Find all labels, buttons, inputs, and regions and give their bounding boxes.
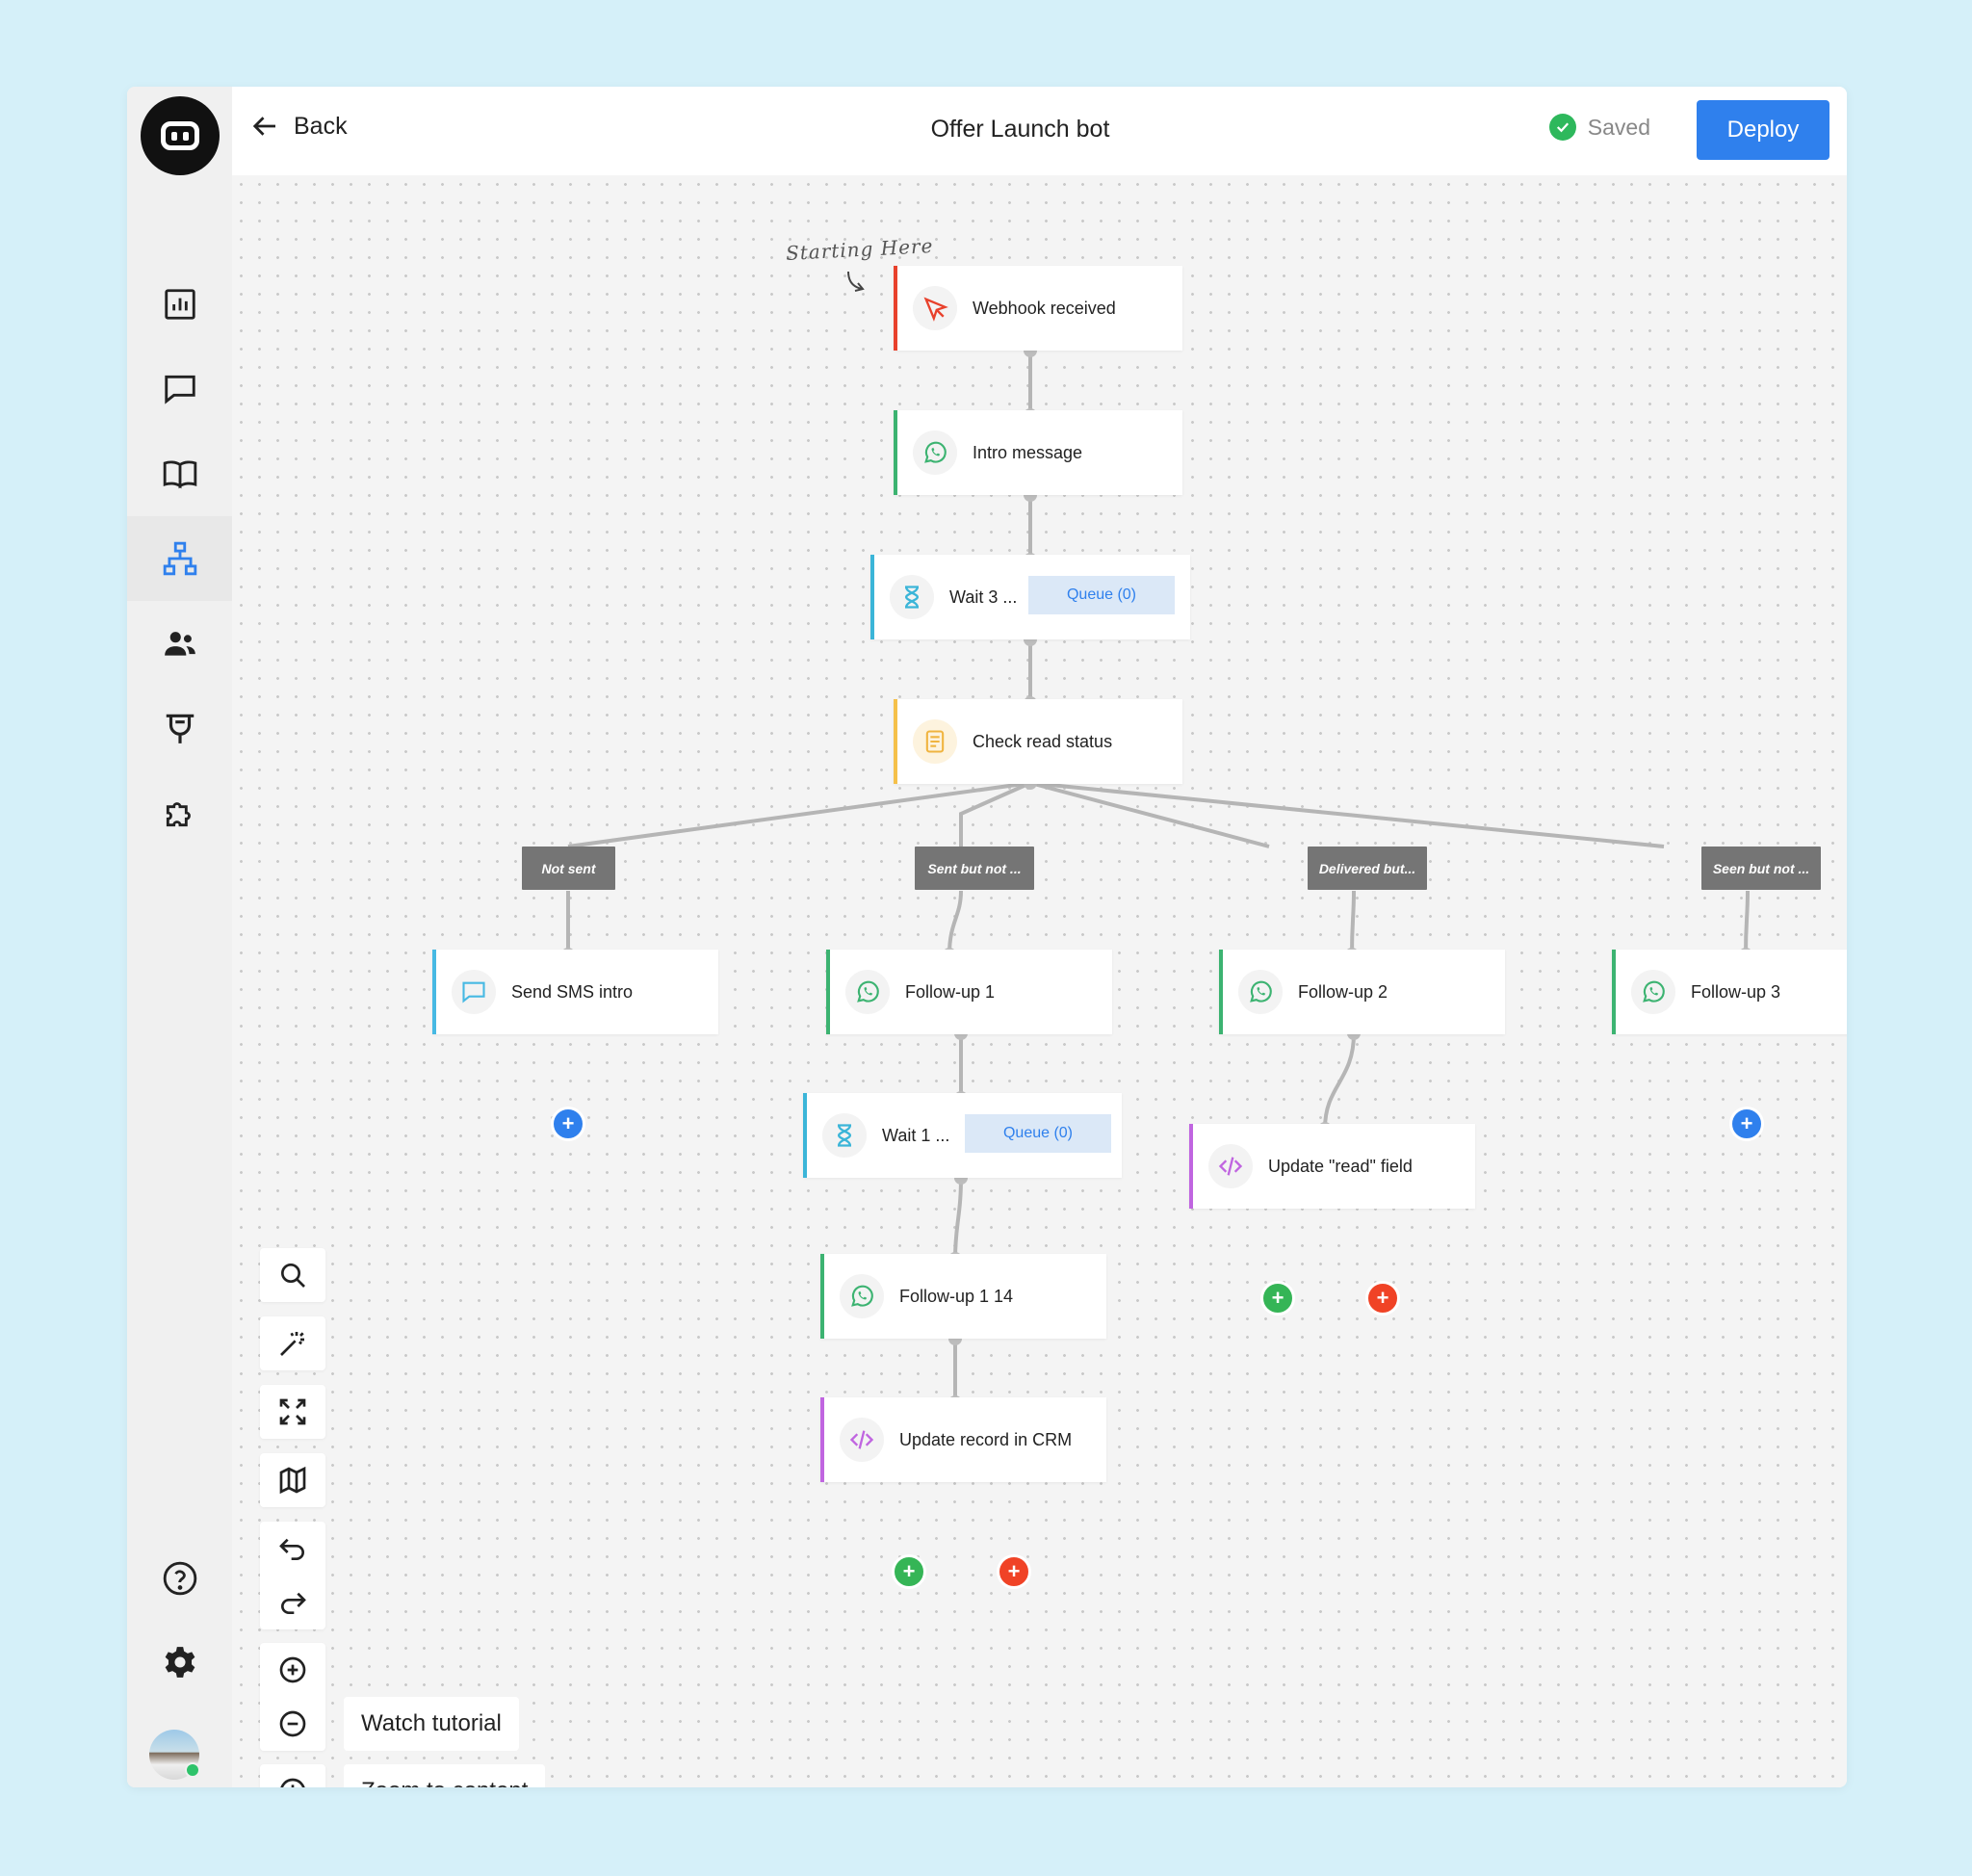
save-status-label: Saved xyxy=(1587,114,1650,140)
node-label: Update record in CRM xyxy=(899,1429,1073,1449)
node-wait-3[interactable]: Wait 3 ... Queue (0) xyxy=(870,555,1190,639)
user-avatar[interactable] xyxy=(149,1730,200,1780)
node-update-record-crm[interactable]: Update record in CRM xyxy=(820,1397,1106,1482)
node-webhook-received[interactable]: Webhook received xyxy=(894,266,1182,351)
app-window: Back Offer Launch bot Saved Deploy Start… xyxy=(127,87,1847,1787)
undo-icon[interactable] xyxy=(277,1533,308,1564)
book-icon xyxy=(163,460,196,489)
queue-badge[interactable]: Queue (0) xyxy=(965,1114,1111,1153)
branch-tag-sent-but-not[interactable]: Sent but not ... xyxy=(915,847,1034,890)
hourglass-icon xyxy=(890,575,934,619)
fit-screen-button[interactable] xyxy=(260,1385,325,1439)
node-label: Follow-up 3 xyxy=(1691,981,1781,1002)
branch-tag-delivered-but[interactable]: Delivered but... xyxy=(1308,847,1427,890)
plug-icon xyxy=(166,714,194,743)
node-follow-up-1-14[interactable]: Follow-up 1 14 xyxy=(820,1254,1106,1339)
magic-wand-icon xyxy=(280,1332,304,1356)
expand-icon xyxy=(279,1398,306,1425)
chat-icon xyxy=(164,375,195,404)
node-check-read-status[interactable]: Check read status xyxy=(894,699,1182,784)
flow-canvas[interactable]: Starting Here Webhook received Intro mes… xyxy=(232,175,1847,1787)
node-follow-up-3[interactable]: Follow-up 3 xyxy=(1612,950,1847,1034)
zoom-out-icon[interactable] xyxy=(277,1708,308,1739)
help-button[interactable] xyxy=(127,1536,232,1621)
node-label: Wait 3 ... xyxy=(949,586,1018,607)
clock-icon xyxy=(280,1778,305,1787)
settings-icon xyxy=(165,1647,195,1678)
sidebar-item-contacts[interactable] xyxy=(127,601,232,686)
branch-tag-seen-but-not[interactable]: Seen but not ... xyxy=(1701,847,1821,890)
sidebar-item-integrations[interactable] xyxy=(127,686,232,770)
deploy-button[interactable]: Deploy xyxy=(1697,100,1829,160)
check-icon xyxy=(1548,114,1576,141)
watch-tutorial-button[interactable]: Watch tutorial xyxy=(344,1697,519,1751)
sidebar-item-knowledge[interactable] xyxy=(127,431,232,516)
node-follow-up-1[interactable]: Follow-up 1 xyxy=(826,950,1112,1034)
settings-button[interactable] xyxy=(127,1620,232,1705)
add-error-step-button[interactable]: + xyxy=(1365,1281,1400,1316)
add-error-step-button[interactable]: + xyxy=(997,1554,1031,1589)
auto-layout-button[interactable] xyxy=(260,1316,325,1370)
code-icon xyxy=(1208,1144,1253,1188)
minimap-button[interactable] xyxy=(260,1453,325,1507)
flow-icon xyxy=(163,541,196,576)
map-icon xyxy=(279,1466,306,1495)
node-wait-1[interactable]: Wait 1 ... Queue (0) xyxy=(803,1093,1122,1178)
add-success-step-button[interactable]: + xyxy=(1260,1281,1295,1316)
whatsapp-icon xyxy=(845,970,890,1014)
node-label: Wait 1 ... xyxy=(882,1125,950,1145)
branch-tag-not-sent[interactable]: Not sent xyxy=(522,847,615,890)
node-label: Intro message xyxy=(973,442,1083,462)
bot-logo[interactable] xyxy=(141,96,220,175)
contacts-icon xyxy=(164,632,195,656)
sidebar-item-flows[interactable] xyxy=(127,516,232,601)
node-update-read-field[interactable]: Update "read" field xyxy=(1189,1124,1475,1209)
node-label: Follow-up 2 xyxy=(1298,981,1388,1002)
search-button[interactable] xyxy=(260,1248,325,1302)
zoom-to-content-button[interactable]: Zoom to content xyxy=(344,1764,546,1787)
add-step-button[interactable]: + xyxy=(1729,1107,1764,1141)
document-icon xyxy=(913,719,957,764)
version-history-button[interactable] xyxy=(260,1764,325,1787)
message-icon xyxy=(452,970,496,1014)
cursor-icon xyxy=(913,286,957,330)
help-icon xyxy=(163,1561,196,1596)
node-label: Webhook received xyxy=(973,298,1116,318)
top-bar: Back Offer Launch bot Saved Deploy xyxy=(232,87,1847,176)
node-send-sms-intro[interactable]: Send SMS intro xyxy=(432,950,718,1034)
history-controls xyxy=(260,1522,325,1629)
zoom-in-icon[interactable] xyxy=(277,1655,308,1685)
node-label: Send SMS intro xyxy=(511,981,634,1002)
zoom-controls xyxy=(260,1643,325,1751)
puzzle-icon xyxy=(166,802,191,827)
analytics-icon xyxy=(164,289,195,320)
queue-badge[interactable]: Queue (0) xyxy=(1028,576,1175,614)
sidebar-item-chat[interactable] xyxy=(127,347,232,431)
whatsapp-icon xyxy=(1238,970,1283,1014)
node-label: Follow-up 1 14 xyxy=(899,1286,1014,1306)
node-intro-message[interactable]: Intro message xyxy=(894,410,1182,495)
whatsapp-icon xyxy=(913,430,957,475)
hourglass-icon xyxy=(822,1113,867,1158)
add-step-button[interactable]: + xyxy=(551,1107,585,1141)
node-follow-up-2[interactable]: Follow-up 2 xyxy=(1219,950,1505,1034)
search-icon xyxy=(281,1264,305,1288)
save-status: Saved xyxy=(1548,114,1650,141)
node-label: Update "read" field xyxy=(1268,1156,1413,1176)
redo-icon[interactable] xyxy=(277,1587,308,1618)
node-label: Check read status xyxy=(973,731,1113,751)
whatsapp-icon xyxy=(840,1274,884,1318)
node-label: Follow-up 1 xyxy=(905,981,996,1002)
sidebar-item-analytics[interactable] xyxy=(127,262,232,347)
code-icon xyxy=(840,1418,884,1462)
add-success-step-button[interactable]: + xyxy=(892,1554,926,1589)
whatsapp-icon xyxy=(1631,970,1675,1014)
sidebar xyxy=(127,87,232,1787)
sidebar-item-extensions[interactable] xyxy=(127,770,232,855)
online-status-icon xyxy=(185,1762,200,1778)
